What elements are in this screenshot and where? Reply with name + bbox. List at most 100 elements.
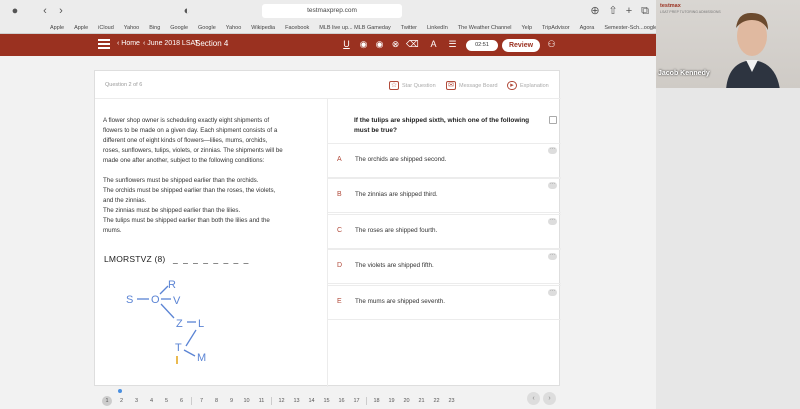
highlight-icon[interactable]: ◉ [358,39,369,50]
pager-item[interactable]: 23 [444,398,459,404]
sketch-r: R [168,279,176,291]
answer-choice-d[interactable]: D The violets are shipped fifth. ··· [328,249,561,284]
pager-item[interactable]: 21 [414,398,429,404]
answer-text: The roses are shipped fourth. [355,227,438,234]
pager-item[interactable]: 13 [289,398,304,404]
text-settings-icon[interactable]: ☰ [447,39,458,50]
bookmark-item[interactable]: Google [170,25,188,31]
answer-letter: E [337,298,342,305]
bookmark-item[interactable]: Google [198,25,216,31]
more-options-icon[interactable]: ··· [548,218,557,225]
breadcrumb-exam-label: June 2018 LSAT [147,40,199,47]
bookmark-item[interactable]: Wikipedia [251,25,275,31]
breadcrumb-exam[interactable]: ‹ June 2018 LSAT [143,40,199,47]
new-tab-icon[interactable]: + [622,4,636,18]
more-options-icon[interactable]: ··· [548,253,557,260]
pager-item[interactable]: 5 [159,398,174,404]
font-size-icon[interactable]: A [428,39,439,50]
message-board-button[interactable]: ✉ Message Board [446,81,498,90]
menu-icon[interactable] [98,39,110,49]
window-close-icon[interactable]: ● [8,4,22,18]
next-arrow-icon[interactable]: › [543,392,556,405]
answer-choice-b[interactable]: B The zinnias are shipped third. ··· [328,178,561,213]
condition-1: The sunflowers must be shipped earlier t… [103,177,259,184]
bookmark-item[interactable]: The Weather Channel [458,25,512,31]
sketch-v: V [173,295,181,307]
pager-item[interactable]: 20 [399,398,414,404]
pager-item[interactable]: 14 [304,398,319,404]
answer-choice-a[interactable]: A The orchids are shipped second. ··· [328,143,561,178]
message-board-label: Message Board [459,82,498,89]
pager-item[interactable]: 16 [334,398,349,404]
pager-item[interactable]: 4 [144,398,159,404]
prev-arrow-icon[interactable]: ‹ [527,392,540,405]
pager-item[interactable]: 8 [209,398,224,404]
chat-icon: ✉ [446,81,456,90]
bookmark-item[interactable]: iCloud [98,25,114,31]
scratch-blanks: _ _ _ _ _ _ _ _ [173,254,250,264]
browser-toolbar: ● ‹ › ◐ testmaxprep.com ⊕ ⇧ + ⧉ [0,0,656,22]
privacy-shield-icon[interactable]: ◐ [180,4,194,18]
pager-item[interactable]: 6 [174,398,189,404]
share-icon[interactable]: ⇧ [606,4,620,18]
condition-2: The orchids must be shipped earlier than… [103,187,276,204]
underline-icon[interactable]: U [341,39,352,50]
pager-item[interactable]: 11 [254,398,269,404]
download-icon[interactable]: ⊕ [588,4,602,18]
webcam-video: testmax LSAT PREP TUTORING ADMISSIONS Jac… [656,0,800,88]
user-icon[interactable]: ⚇ [546,39,557,50]
pager-item[interactable]: 22 [429,398,444,404]
pager-item[interactable]: 17 [349,398,364,404]
highlight-alt-icon[interactable]: ◉ [374,39,385,50]
pager-item[interactable]: 12 [274,398,289,404]
back-icon[interactable]: ‹ [38,4,52,18]
bookmark-item[interactable]: Apple [50,25,64,31]
pager-separator [271,397,272,405]
more-options-icon[interactable]: ··· [548,182,557,189]
bookmark-item[interactable]: Apple [74,25,88,31]
more-options-icon[interactable]: ··· [548,289,557,296]
pager-item[interactable]: 2 [114,398,129,404]
review-button[interactable]: Review [502,39,540,52]
more-options-icon[interactable]: ··· [548,147,557,154]
pager-item[interactable]: 1 [102,396,112,406]
answer-text: The orchids are shipped second. [355,156,447,163]
timer[interactable]: 02:51 [466,40,498,51]
pager-item[interactable]: 7 [194,398,209,404]
bookmark-item[interactable]: TripAdvisor [542,25,570,31]
tab-overview-icon[interactable]: ⧉ [638,4,652,18]
pager-item[interactable]: 15 [319,398,334,404]
pager-item[interactable]: 18 [369,398,384,404]
forward-icon[interactable]: › [54,4,68,18]
bookmark-item[interactable]: LinkedIn [427,25,448,31]
bookmark-item[interactable]: MLB live up... MLB Gameday [319,25,391,31]
condition-3: The zinnias must be shipped earlier than… [103,207,241,214]
breadcrumb-home[interactable]: ‹ Home [117,40,140,47]
sketch-m: M [197,352,206,364]
flag-icon[interactable] [549,116,557,124]
sketch-t: T [175,342,182,354]
bookmark-item[interactable]: Yahoo [124,25,140,31]
star-question-button[interactable]: ☆ Star Question [389,81,436,90]
pager-item[interactable]: 3 [129,398,144,404]
strike-icon[interactable]: ⊗ [390,39,401,50]
question-pager: 1 2 3 4 5 6 7 8 9 10 11 12 13 14 15 16 17 18 19 20 21 22 23 [100,395,459,407]
bookmark-item[interactable]: Yahoo [226,25,242,31]
pager-item[interactable]: 9 [224,398,239,404]
pager-item[interactable]: 19 [384,398,399,404]
explanation-label: Explanation [520,82,549,89]
explanation-button[interactable]: ▸ Explanation [507,81,549,90]
pager-item[interactable]: 10 [239,398,254,404]
bookmark-item[interactable]: Twitter [401,25,417,31]
answer-choice-e[interactable]: E The mums are shipped seventh. ··· [328,285,561,320]
presenter-figure [726,12,780,88]
bookmark-item[interactable]: Bing [149,25,160,31]
answer-choice-c[interactable]: C The roses are shipped fourth. ··· [328,214,561,249]
address-bar[interactable]: testmaxprep.com [262,4,402,18]
bookmark-item[interactable]: Agora [580,25,595,31]
bookmark-item[interactable]: Yelp [522,25,533,31]
eraser-icon[interactable]: ⌫ [406,39,419,50]
answer-text: The violets are shipped fifth. [355,262,434,269]
logo-text: testmax [660,3,681,9]
bookmark-item[interactable]: Facebook [285,25,309,31]
